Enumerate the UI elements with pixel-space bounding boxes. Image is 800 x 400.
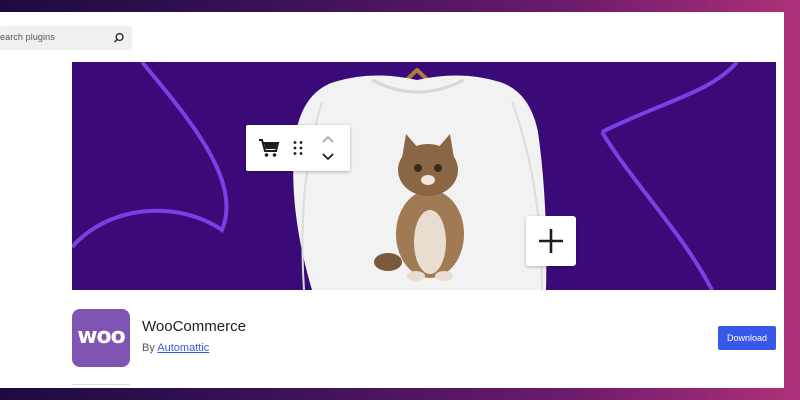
plugin-page: earch plugins woo WooCommerce By Automat… — [0, 12, 784, 388]
drag-handle-icon[interactable] — [292, 140, 304, 156]
plugin-banner — [72, 62, 776, 290]
cart-icon[interactable] — [258, 138, 280, 158]
divider — [72, 384, 130, 385]
chevron-down-icon[interactable] — [321, 152, 335, 162]
plus-icon — [539, 229, 563, 253]
search-icon[interactable] — [113, 32, 125, 44]
plugin-title: WooCommerce — [142, 318, 246, 335]
logo-text: woo — [77, 324, 126, 349]
block-toolbar — [246, 125, 350, 171]
plugin-logo: woo — [72, 309, 130, 367]
search-placeholder: earch plugins — [0, 32, 55, 42]
download-button[interactable]: Download — [718, 326, 776, 350]
author-link[interactable]: Automattic — [157, 342, 209, 354]
by-label: By — [142, 342, 155, 354]
add-block-button[interactable] — [526, 216, 576, 266]
chevron-up-icon[interactable] — [321, 134, 335, 144]
search-input[interactable]: earch plugins — [0, 26, 132, 50]
banner-artwork — [72, 62, 739, 290]
plugin-byline: By Automattic — [142, 342, 209, 354]
